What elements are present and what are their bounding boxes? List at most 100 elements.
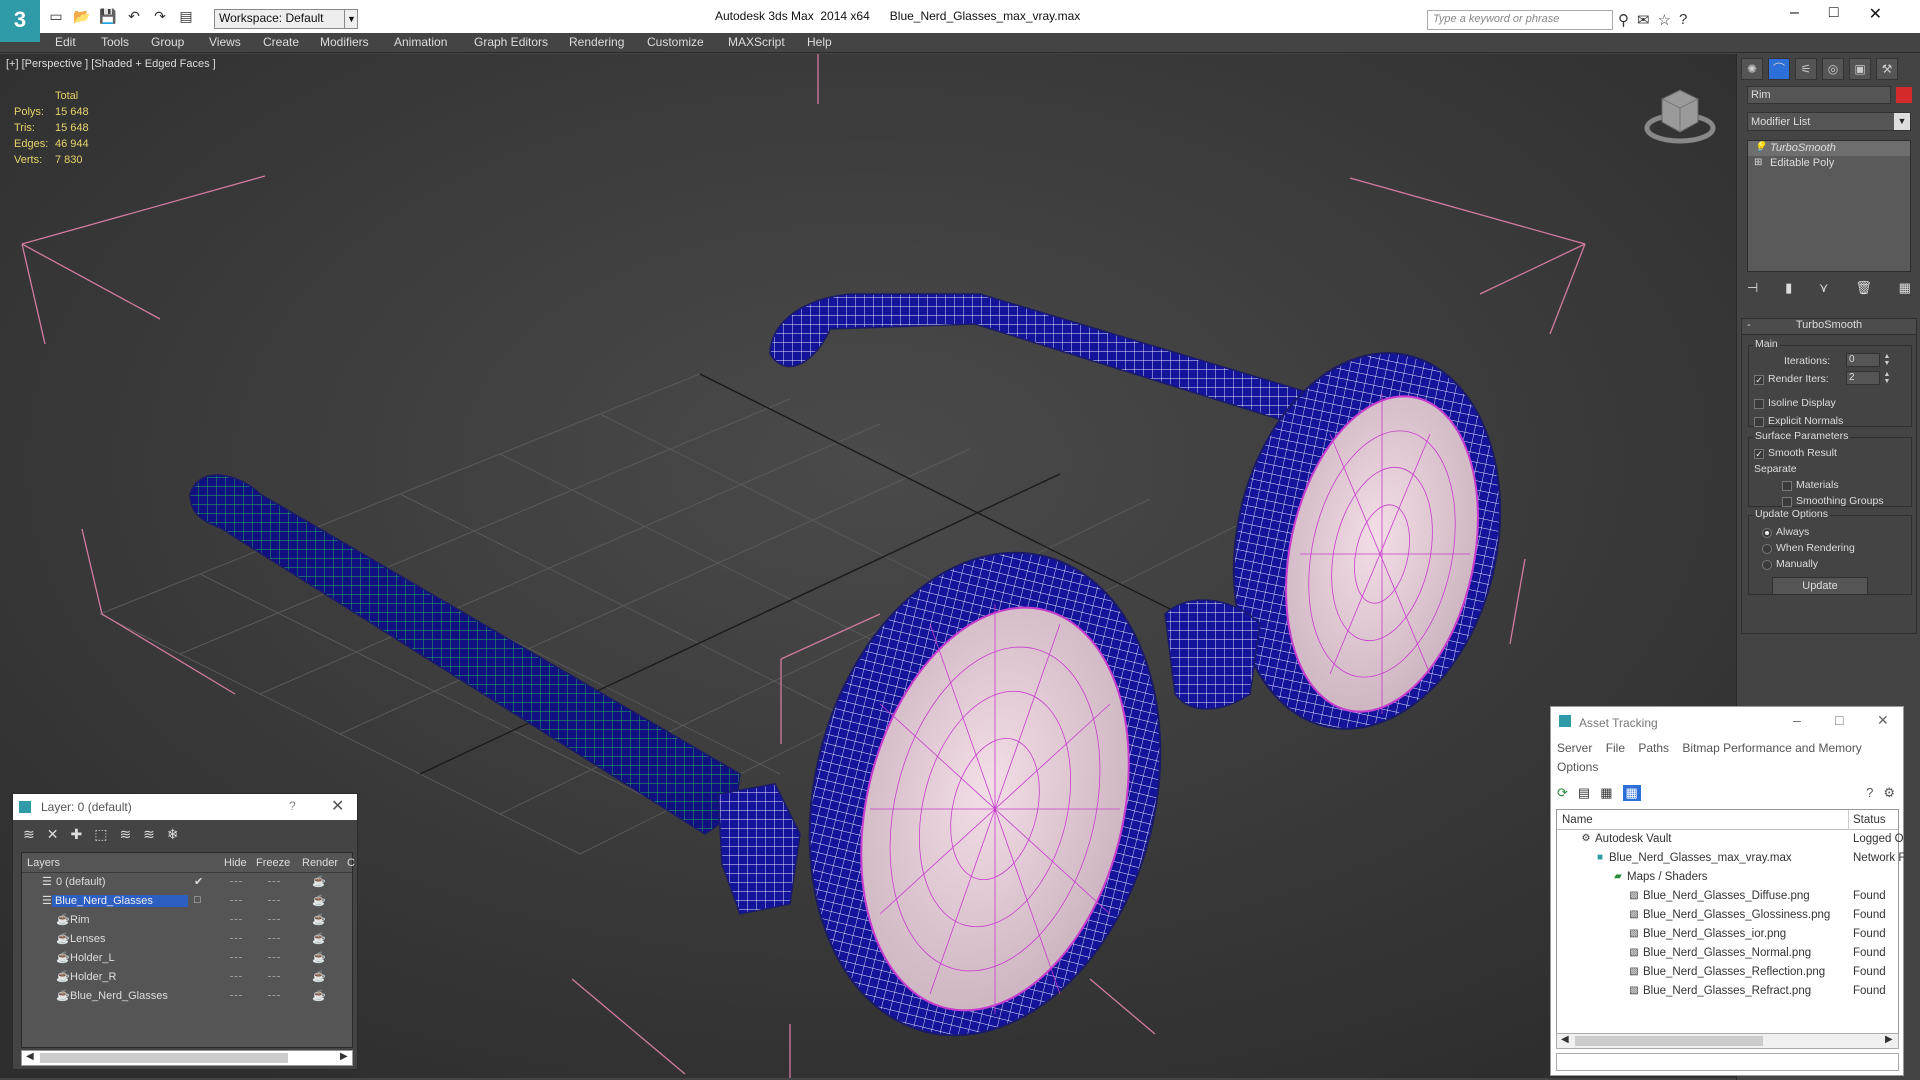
freeze-all-icon[interactable]: ❄ bbox=[167, 826, 179, 843]
menu-server[interactable]: Server bbox=[1557, 741, 1592, 755]
configure-sets-icon[interactable]: ▦ bbox=[1899, 280, 1911, 296]
menu-group[interactable]: Group bbox=[151, 35, 184, 49]
layer-row[interactable]: ☕ Rim ☕ bbox=[22, 911, 352, 930]
layer-add-icon[interactable]: ≋ bbox=[23, 826, 35, 843]
close-button[interactable]: ✕ bbox=[1869, 4, 1882, 24]
favorites-star-icon[interactable]: ☆ bbox=[1658, 11, 1671, 29]
modify-tab-icon[interactable]: ⌒ bbox=[1768, 58, 1790, 80]
smoothing-groups-checkbox[interactable] bbox=[1782, 497, 1792, 507]
manually-radio[interactable] bbox=[1762, 560, 1772, 570]
create-tab-icon[interactable]: ✺ bbox=[1741, 58, 1763, 80]
active-check-icon[interactable]: ✔ bbox=[194, 875, 203, 888]
communication-icon[interactable]: ✉ bbox=[1637, 11, 1650, 29]
menu-tools[interactable]: Tools bbox=[101, 35, 129, 49]
teapot-icon[interactable]: ☕ bbox=[312, 951, 326, 964]
scroll-thumb[interactable] bbox=[1575, 1036, 1763, 1046]
menu-customize[interactable]: Customize bbox=[647, 35, 704, 49]
app-logo[interactable]: 3 bbox=[0, 0, 40, 42]
asset-row[interactable]: ▰ Maps / Shaders bbox=[1557, 868, 1898, 887]
help-icon[interactable]: ? bbox=[1679, 11, 1687, 29]
add-selected-icon[interactable]: ✚ bbox=[70, 826, 82, 843]
asset-row[interactable]: ▧ Blue_Nerd_Glasses_Glossiness.png Found bbox=[1557, 906, 1898, 925]
teapot-icon[interactable]: ☕ bbox=[312, 913, 326, 926]
minimize-button[interactable]: – bbox=[1790, 4, 1799, 24]
help-icon[interactable]: ? bbox=[289, 799, 296, 813]
viewport-label[interactable]: [+] [Perspective ] [Shaded + Edged Faces… bbox=[6, 58, 216, 70]
highlight-layer-icon[interactable]: ≋ bbox=[119, 826, 131, 843]
explicit-normals-checkbox[interactable] bbox=[1754, 417, 1764, 427]
column-render[interactable]: Render bbox=[302, 857, 338, 869]
pin-stack-icon[interactable]: ⊣ bbox=[1747, 280, 1758, 296]
rollout-header[interactable]: - TurboSmooth bbox=[1742, 319, 1916, 335]
layer-row[interactable]: ☕ Blue_Nerd_Glasses ☕ bbox=[22, 987, 352, 1006]
scroll-right-icon[interactable]: ▶ bbox=[340, 1051, 348, 1062]
asset-row[interactable]: ▧ Blue_Nerd_Glasses_Refract.png Found bbox=[1557, 982, 1898, 1001]
layer-hscrollbar[interactable]: ◀ ▶ bbox=[21, 1050, 353, 1066]
open-file-icon[interactable]: 📂 bbox=[72, 6, 92, 26]
delete-layer-icon[interactable]: ✕ bbox=[47, 826, 59, 843]
new-file-icon[interactable]: ▭ bbox=[46, 6, 66, 26]
maximize-button[interactable]: □ bbox=[1829, 4, 1839, 24]
asset-title-bar[interactable]: Asset Tracking – □ ✕ bbox=[1551, 707, 1903, 737]
remove-modifier-icon[interactable]: 🗑 bbox=[1855, 280, 1872, 296]
menu-help[interactable]: Help bbox=[807, 35, 832, 49]
utilities-tab-icon[interactable]: ⚒ bbox=[1876, 58, 1898, 80]
scroll-left-icon[interactable]: ◀ bbox=[1561, 1034, 1569, 1045]
menu-views[interactable]: Views bbox=[209, 35, 241, 49]
layer-title-bar[interactable]: Layer: 0 (default) ? ✕ bbox=[13, 794, 357, 820]
menu-create[interactable]: Create bbox=[263, 35, 299, 49]
lightbulb-icon[interactable]: 💡 bbox=[1754, 142, 1766, 153]
scroll-thumb[interactable] bbox=[40, 1053, 288, 1063]
close-icon[interactable]: ✕ bbox=[331, 796, 344, 816]
asset-row[interactable]: ▧ Blue_Nerd_Glasses_Reflection.png Found bbox=[1557, 963, 1898, 982]
expand-plus-icon[interactable]: ⊞ bbox=[1754, 157, 1762, 168]
select-objects-icon[interactable]: ⬚ bbox=[94, 826, 107, 843]
list-view-icon[interactable]: ▤ bbox=[1578, 785, 1590, 801]
undo-icon[interactable]: ↶ bbox=[124, 6, 144, 26]
menu-graph-editors[interactable]: Graph Editors bbox=[474, 35, 548, 49]
table-view-icon[interactable]: ▦ bbox=[1622, 785, 1641, 801]
spinner-arrows-icon[interactable]: ▲ ▼ bbox=[1882, 353, 1892, 367]
asset-row[interactable]: ▧ Blue_Nerd_Glasses_Diffuse.png Found bbox=[1557, 887, 1898, 906]
layer-row[interactable]: ☰ 0 (default) ✔ ☕ bbox=[22, 873, 352, 892]
iterations-spinner[interactable]: 0 bbox=[1846, 353, 1880, 367]
help-icon[interactable]: ? bbox=[1866, 785, 1873, 801]
column-name[interactable]: Name bbox=[1562, 814, 1593, 826]
render-iters-checkbox[interactable]: ✓ bbox=[1754, 375, 1764, 385]
always-radio[interactable] bbox=[1762, 528, 1772, 538]
display-tab-icon[interactable]: ▣ bbox=[1849, 58, 1871, 80]
scroll-left-icon[interactable]: ◀ bbox=[26, 1051, 34, 1062]
layer-row[interactable]: ☕ Lenses ☕ bbox=[22, 930, 352, 949]
menu-animation[interactable]: Animation bbox=[394, 35, 447, 49]
scroll-right-icon[interactable]: ▶ bbox=[1885, 1034, 1893, 1045]
chevron-down-icon[interactable]: ▼ bbox=[1894, 113, 1910, 130]
refresh-icon[interactable]: ⟳ bbox=[1557, 785, 1568, 801]
project-folder-icon[interactable]: ▤ bbox=[176, 6, 196, 26]
modifier-list-dropdown[interactable]: Modifier List ▼ bbox=[1747, 112, 1911, 131]
binoculars-icon[interactable]: ⚲ bbox=[1618, 11, 1629, 29]
column-layers[interactable]: Layers bbox=[27, 857, 60, 869]
asset-row[interactable]: ▧ Blue_Nerd_Glasses_Normal.png Found bbox=[1557, 944, 1898, 963]
minimize-button[interactable]: – bbox=[1793, 712, 1801, 728]
smooth-result-checkbox[interactable]: ✓ bbox=[1754, 449, 1764, 459]
isoline-checkbox[interactable] bbox=[1754, 399, 1764, 409]
stack-item-turbosmooth[interactable]: 💡 TurboSmooth bbox=[1748, 141, 1910, 156]
teapot-icon[interactable]: ☕ bbox=[312, 989, 326, 1002]
search-input[interactable]: Type a keyword or phrase bbox=[1427, 10, 1613, 30]
menu-modifiers[interactable]: Modifiers bbox=[320, 35, 369, 49]
menu-rendering[interactable]: Rendering bbox=[569, 35, 624, 49]
teapot-icon[interactable]: ☕ bbox=[312, 970, 326, 983]
asset-hscrollbar[interactable]: ◀ ▶ bbox=[1556, 1033, 1899, 1049]
object-name-field[interactable]: Rim bbox=[1747, 86, 1891, 104]
make-unique-icon[interactable]: ⋎ bbox=[1819, 280, 1829, 296]
menu-options[interactable]: Options bbox=[1557, 760, 1598, 774]
update-button[interactable]: Update bbox=[1772, 577, 1868, 595]
menu-file[interactable]: File bbox=[1606, 741, 1625, 755]
chevron-down-icon[interactable]: ▼ bbox=[344, 9, 358, 29]
render-iters-spinner[interactable]: 2 bbox=[1846, 371, 1880, 385]
spinner-arrows-icon[interactable]: ▲ ▼ bbox=[1882, 371, 1892, 385]
asset-row[interactable]: ▧ Blue_Nerd_Glasses_ior.png Found bbox=[1557, 925, 1898, 944]
column-status[interactable]: Status bbox=[1853, 814, 1886, 826]
menu-edit[interactable]: Edit bbox=[55, 35, 76, 49]
menu-bitmap-performance[interactable]: Bitmap Performance and Memory bbox=[1682, 741, 1861, 755]
